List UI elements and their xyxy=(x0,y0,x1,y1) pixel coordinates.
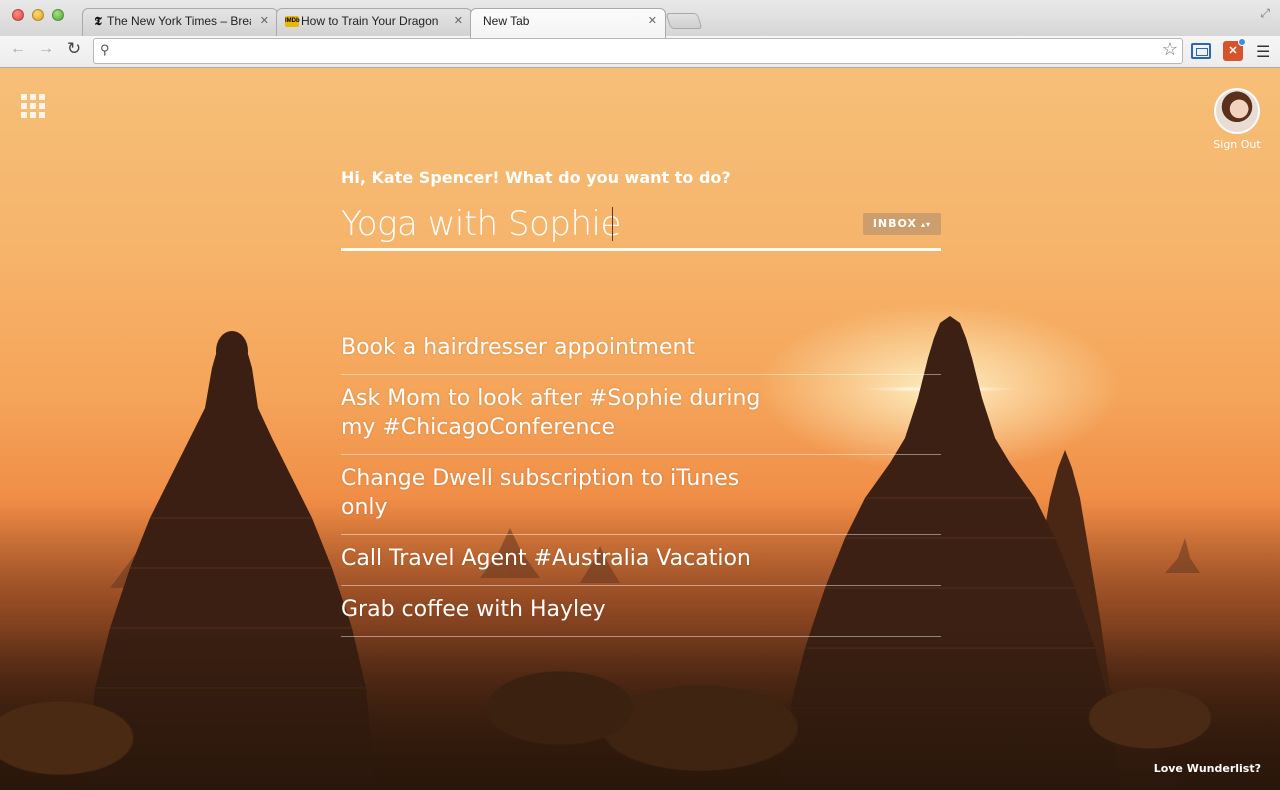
text-caret xyxy=(612,207,613,241)
browser-tab-nyt[interactable]: 𝕿 The New York Times – Breaking ✕ xyxy=(82,8,278,36)
tab-title: The New York Times – Breaking xyxy=(107,14,251,28)
sign-out-link[interactable]: Sign Out xyxy=(1207,138,1267,151)
task-item[interactable]: Call Travel Agent #Australia Vacation xyxy=(341,535,941,586)
task-item[interactable]: Change Dwell subscription to iTunes only xyxy=(341,455,941,535)
wunderlist-extension-icon[interactable]: ✕ xyxy=(1223,38,1246,61)
hamburger-menu-icon[interactable]: ☰ xyxy=(1256,42,1270,62)
browser-titlebar: 𝕿 The New York Times – Breaking ✕ IMDb H… xyxy=(0,0,1280,38)
love-wunderlist-link[interactable]: Love Wunderlist? xyxy=(1154,762,1261,775)
tab-title: How to Train Your Dragon xyxy=(301,14,439,28)
task-item[interactable]: Grab coffee with Hayley xyxy=(341,586,941,637)
wunderlist-new-tab-page: Sign Out Hi, Kate Spencer! What do you w… xyxy=(0,68,1280,790)
close-icon[interactable]: ✕ xyxy=(454,9,463,33)
add-task-input[interactable] xyxy=(341,201,841,247)
add-task-row: INBOX▴▾ xyxy=(341,201,941,251)
task-item[interactable]: Ask Mom to look after #Sophie during my … xyxy=(341,375,941,455)
zoom-window-button[interactable] xyxy=(52,9,64,21)
browser-toolbar: ← → ↻ ⚲ ☆ ✕ ☰ xyxy=(0,36,1280,68)
browser-tab-imdb[interactable]: IMDb How to Train Your Dragon ✕ xyxy=(276,8,472,36)
browser-tab-new-tab[interactable]: New Tab ✕ xyxy=(470,8,666,38)
list-selector-label: INBOX xyxy=(872,217,917,230)
task-widget: Hi, Kate Spencer! What do you want to do… xyxy=(341,168,941,637)
back-arrow-icon[interactable]: ← xyxy=(8,40,28,58)
close-icon[interactable]: ✕ xyxy=(260,9,269,33)
address-input[interactable] xyxy=(118,41,1148,61)
new-tab-button[interactable] xyxy=(665,13,703,29)
tab-title: New Tab xyxy=(483,14,530,28)
list-selector-dropdown[interactable]: INBOX ▴▾ xyxy=(862,213,941,235)
cast-extension-icon[interactable] xyxy=(1191,43,1211,59)
address-bar[interactable]: ⚲ ☆ xyxy=(93,38,1183,64)
avatar[interactable] xyxy=(1214,88,1260,134)
bookmark-star-icon[interactable]: ☆ xyxy=(1162,39,1178,60)
extension-badge xyxy=(1238,38,1246,46)
sort-arrows-icon: ▴▾ xyxy=(920,220,931,229)
forward-arrow-icon[interactable]: → xyxy=(36,40,56,58)
fullscreen-icon[interactable]: ⤢ xyxy=(1260,6,1270,21)
reload-icon[interactable]: ↻ xyxy=(64,39,84,59)
greeting-text: Hi, Kate Spencer! What do you want to do… xyxy=(341,168,731,187)
apps-grid-icon[interactable] xyxy=(21,94,45,118)
wunderlist-extension-glyph: ✕ xyxy=(1228,45,1238,57)
close-window-button[interactable] xyxy=(12,9,24,21)
minimize-window-button[interactable] xyxy=(32,9,44,21)
search-icon: ⚲ xyxy=(100,42,110,57)
task-item[interactable]: Book a hairdresser appointment xyxy=(341,327,941,375)
profile-area: Sign Out xyxy=(1207,88,1267,151)
close-icon[interactable]: ✕ xyxy=(648,9,657,33)
tree-line xyxy=(0,628,1280,790)
imdb-logo-icon: IMDb xyxy=(285,16,300,27)
task-list: Book a hairdresser appointment Ask Mom t… xyxy=(341,327,941,637)
nyt-logo-icon: 𝕿 xyxy=(94,14,102,28)
